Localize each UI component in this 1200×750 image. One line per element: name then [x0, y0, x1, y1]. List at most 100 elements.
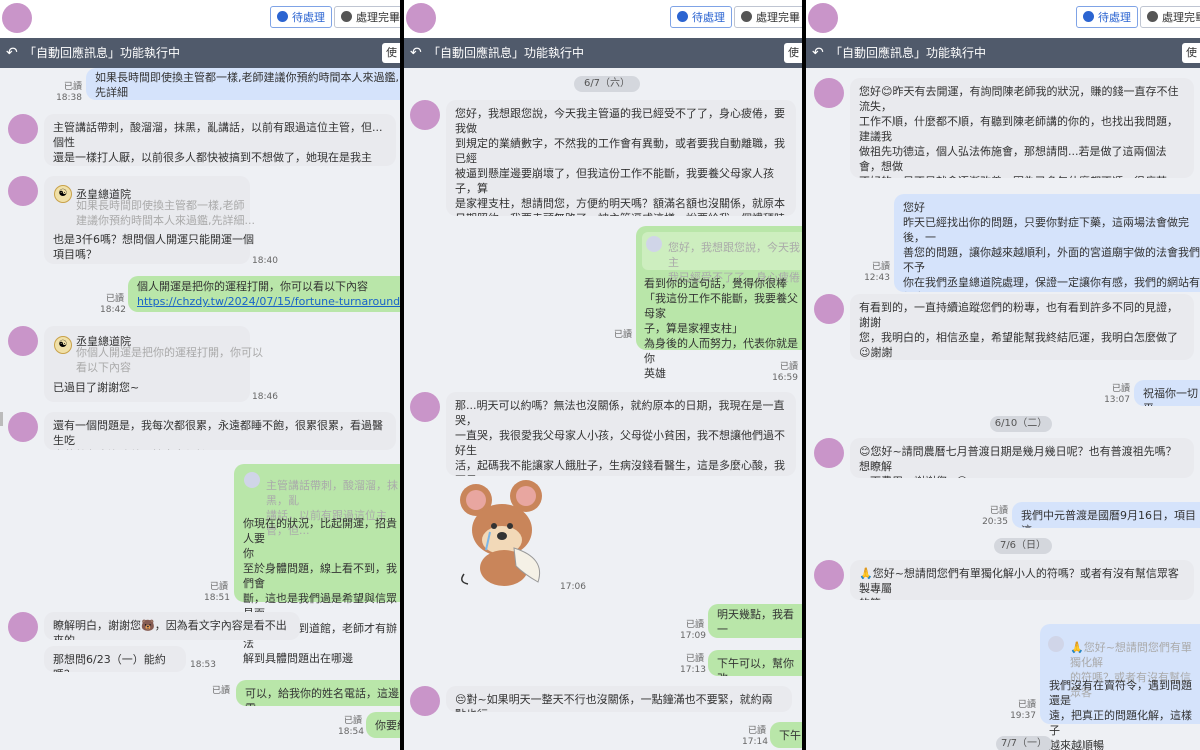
done-button[interactable]: 處理完畢	[1140, 6, 1200, 28]
message-time: 18:53	[190, 660, 216, 670]
message-bubble-incoming: 還有一個問題是，我每次都很累，永遠都睡不飽，很累很累，看過醫生吃 中藥針灸也沒改…	[44, 412, 396, 450]
message-meta: 已讀	[613, 330, 632, 340]
message-list: 已讀 18:38 如果長時間即使換主管都一樣,老師建議你預約時間本人來過鑑,先詳細…	[0, 68, 400, 750]
message-bubble-outgoing: 下午可以，幫你改	[708, 650, 802, 676]
message-bubble-incoming: 您好，我想跟您說，今天我主管逼的我已經受不了了，身心疲倦，要我做 到規定的業績數…	[446, 100, 796, 216]
quoted-text: 如果長時間即使換主管都一樣,老師 建議你預約時間本人來過鑑,先詳細...	[76, 199, 255, 227]
user-avatar[interactable]	[808, 3, 838, 33]
quoted-avatar	[244, 472, 260, 488]
banner-action-button[interactable]: 使	[784, 43, 802, 63]
message-bubble-outgoing: 您好 昨天已經找出你的問題，只要你對症下藥，這兩場法會做完後，一 善您的問題，讓…	[894, 194, 1200, 292]
message-time: 18:46	[252, 392, 278, 402]
chat-panel-1: 待處理 處理完畢 ↶ 「自動回應訊息」功能執行中 使 已讀 18:38 如果長時間…	[0, 0, 400, 750]
back-arrow-icon[interactable]: ↶	[6, 38, 18, 68]
message-bubble-incoming: 瞭解明白，謝謝您🐻，因為看文字內容是看不出來的	[44, 612, 300, 640]
top-bar: 待處理 處理完畢	[806, 0, 1200, 38]
quoted-avatar	[646, 236, 662, 252]
message-bubble-incoming: 那...明天可以約嗎？無法也沒關係，就約原本的日期，我現在是一直哭， 一直哭，我…	[446, 392, 796, 476]
pending-button[interactable]: 待處理	[270, 6, 332, 28]
crying-mouse-sticker	[460, 480, 542, 586]
date-divider: 7/7（一）	[996, 736, 1052, 750]
message-time: 18:40	[252, 256, 278, 266]
banner-action-button[interactable]: 使	[382, 43, 400, 63]
top-bar: 待處理 處理完畢	[0, 0, 400, 38]
screenshot-collage: 待處理 處理完畢 ↶ 「自動回應訊息」功能執行中 使 已讀 18:38 如果長時間…	[0, 0, 1200, 750]
chat-icon	[341, 11, 352, 22]
contact-avatar[interactable]	[814, 560, 844, 590]
quoted-text: 你個人開運是把你的運程打開，你可以 看以下內容	[76, 346, 263, 374]
pending-button[interactable]: 待處理	[1076, 6, 1138, 28]
article-link[interactable]: https://chzdy.tw/2024/07/15/fortune-turn…	[137, 295, 400, 312]
message-meta: 已讀	[211, 686, 230, 696]
contact-avatar[interactable]	[814, 78, 844, 108]
message-meta: 已讀 18:51	[204, 582, 230, 603]
message-meta: 已讀 17:13	[680, 654, 706, 675]
pending-button[interactable]: 待處理	[670, 6, 732, 28]
contact-avatar[interactable]	[8, 412, 38, 442]
contact-avatar[interactable]	[814, 438, 844, 468]
chat-icon	[741, 11, 752, 22]
message-bubble-incoming: 😔對~如果明天一整天不行也沒關係，一點鐘滿也不要緊，就約兩點也行	[446, 686, 792, 712]
chat-panel-3: 待處理 處理完畢 ↶ 「自動回應訊息」功能執行中 使 您好😊昨天有去開運，有詢問…	[806, 0, 1200, 750]
user-avatar[interactable]	[406, 3, 436, 33]
message-meta: 已讀 17:14	[742, 726, 768, 747]
pending-icon	[677, 11, 688, 22]
quoted-avatar	[1048, 636, 1064, 652]
message-meta: 已讀 18:38	[56, 82, 82, 103]
message-list: 6/7（六） 您好，我想跟您說，今天我主管逼的我已經受不了了，身心疲倦，要我做 …	[404, 68, 802, 750]
message-text: 你現在的狀況，比起開運，招貴人要 你 至於身體問題，線上看不到，我們會 斷，這也…	[243, 517, 397, 665]
message-time: 17:06	[560, 582, 586, 592]
message-bubble-incoming: 有看到的，一直持續追蹤您們的粉專，也有看到許多不同的見證，謝謝 您，我明白的，相…	[850, 294, 1194, 360]
contact-avatar[interactable]	[8, 114, 38, 144]
message-bubble-outgoing: 明天幾點，我看一 一樣下午一點嗎?	[708, 604, 802, 638]
message-bubble-outgoing: 我們中元普渡是國曆9月16日，項目這	[1012, 502, 1200, 528]
auto-reply-banner: ↶ 「自動回應訊息」功能執行中 使	[404, 38, 802, 68]
contact-avatar[interactable]	[410, 686, 440, 716]
message-list: 您好😊昨天有去開運，有詢問陳老師我的狀況，賺的錢一直存不住流失， 工作不順，什麼…	[806, 68, 1200, 750]
auto-reply-banner: ↶ 「自動回應訊息」功能執行中 使	[0, 38, 400, 68]
message-meta: 已讀 20:35	[982, 506, 1008, 527]
message-bubble-incoming: 那想問6/23（一）能約嗎？	[44, 646, 186, 672]
done-button[interactable]: 處理完畢	[734, 6, 802, 28]
message-meta: 已讀 13:07	[1104, 384, 1130, 405]
contact-avatar[interactable]	[410, 392, 440, 422]
user-avatar[interactable]	[2, 3, 32, 33]
back-arrow-icon[interactable]: ↶	[812, 38, 824, 68]
resize-handle[interactable]	[0, 412, 3, 426]
done-button[interactable]: 處理完畢	[334, 6, 400, 28]
contact-avatar[interactable]	[8, 176, 38, 206]
message-text: 我們沒有在賣符令，遇到問題還是 遠，把真正的問題化解，這樣子 越來越順暢	[1049, 679, 1192, 750]
contact-avatar[interactable]	[8, 612, 38, 642]
date-divider: 6/10（二）	[990, 416, 1052, 432]
contact-avatar[interactable]	[410, 100, 440, 130]
banner-action-button[interactable]: 使	[1182, 43, 1200, 63]
message-bubble-outgoing: 你要約	[366, 712, 400, 738]
message-meta: 已讀 18:54	[338, 716, 364, 737]
message-bubble-incoming: 主管講話帶刺，酸溜溜，抹黑，亂講話，以前有跟過這位主管，但...個性 還是一樣打…	[44, 114, 396, 166]
date-divider: 7/6（日）	[994, 538, 1052, 554]
message-bubble-incoming: 🙏您好~想請問您們有單獨化解小人的符嗎？或者有沒有幫信眾客製專屬 的符	[850, 560, 1194, 600]
date-divider: 6/7（六）	[574, 76, 640, 92]
chat-panel-2: 待處理 處理完畢 ↶ 「自動回應訊息」功能執行中 使 6/7（六） 您好，我想跟…	[404, 0, 802, 750]
message-text: 也是3仟6嗎？想問個人開運只能開運一個 項目嗎？	[53, 233, 254, 261]
message-meta: 已讀 16:59	[772, 362, 798, 383]
message-bubble-outgoing: 可以，給我你的姓名電話，這邊需	[236, 680, 400, 706]
message-bubble-outgoing: 祝福你一切平	[1134, 380, 1200, 406]
message-meta: 已讀 18:42	[100, 294, 126, 315]
back-arrow-icon[interactable]: ↶	[410, 38, 422, 68]
message-meta: 已讀 19:37	[1010, 700, 1036, 721]
top-bar: 待處理 處理完畢	[404, 0, 802, 38]
contact-avatar[interactable]	[814, 294, 844, 324]
chat-icon	[1147, 11, 1158, 22]
message-bubble-outgoing: 下午	[770, 722, 802, 748]
pending-icon	[277, 11, 288, 22]
contact-avatar[interactable]	[8, 326, 38, 356]
message-bubble-incoming: 您好😊昨天有去開運，有詢問陳老師我的狀況，賺的錢一直存不住流失， 工作不順，什麼…	[850, 78, 1194, 178]
temple-logo-icon: ☯	[54, 185, 72, 203]
auto-reply-banner: ↶ 「自動回應訊息」功能執行中 使	[806, 38, 1200, 68]
message-bubble-outgoing: 個人開運是把你的運程打開，你可以看以下內容 https://chzdy.tw/2…	[128, 276, 400, 312]
message-meta: 已讀 12:43	[864, 262, 890, 283]
message-meta: 已讀 17:09	[680, 620, 706, 641]
message-bubble-outgoing: 如果長時間即使換主管都一樣,老師建議你預約時間本人來過鑑,先詳細 情況再給你建議…	[86, 68, 400, 100]
message-text: 已過目了謝謝您~	[53, 381, 140, 394]
